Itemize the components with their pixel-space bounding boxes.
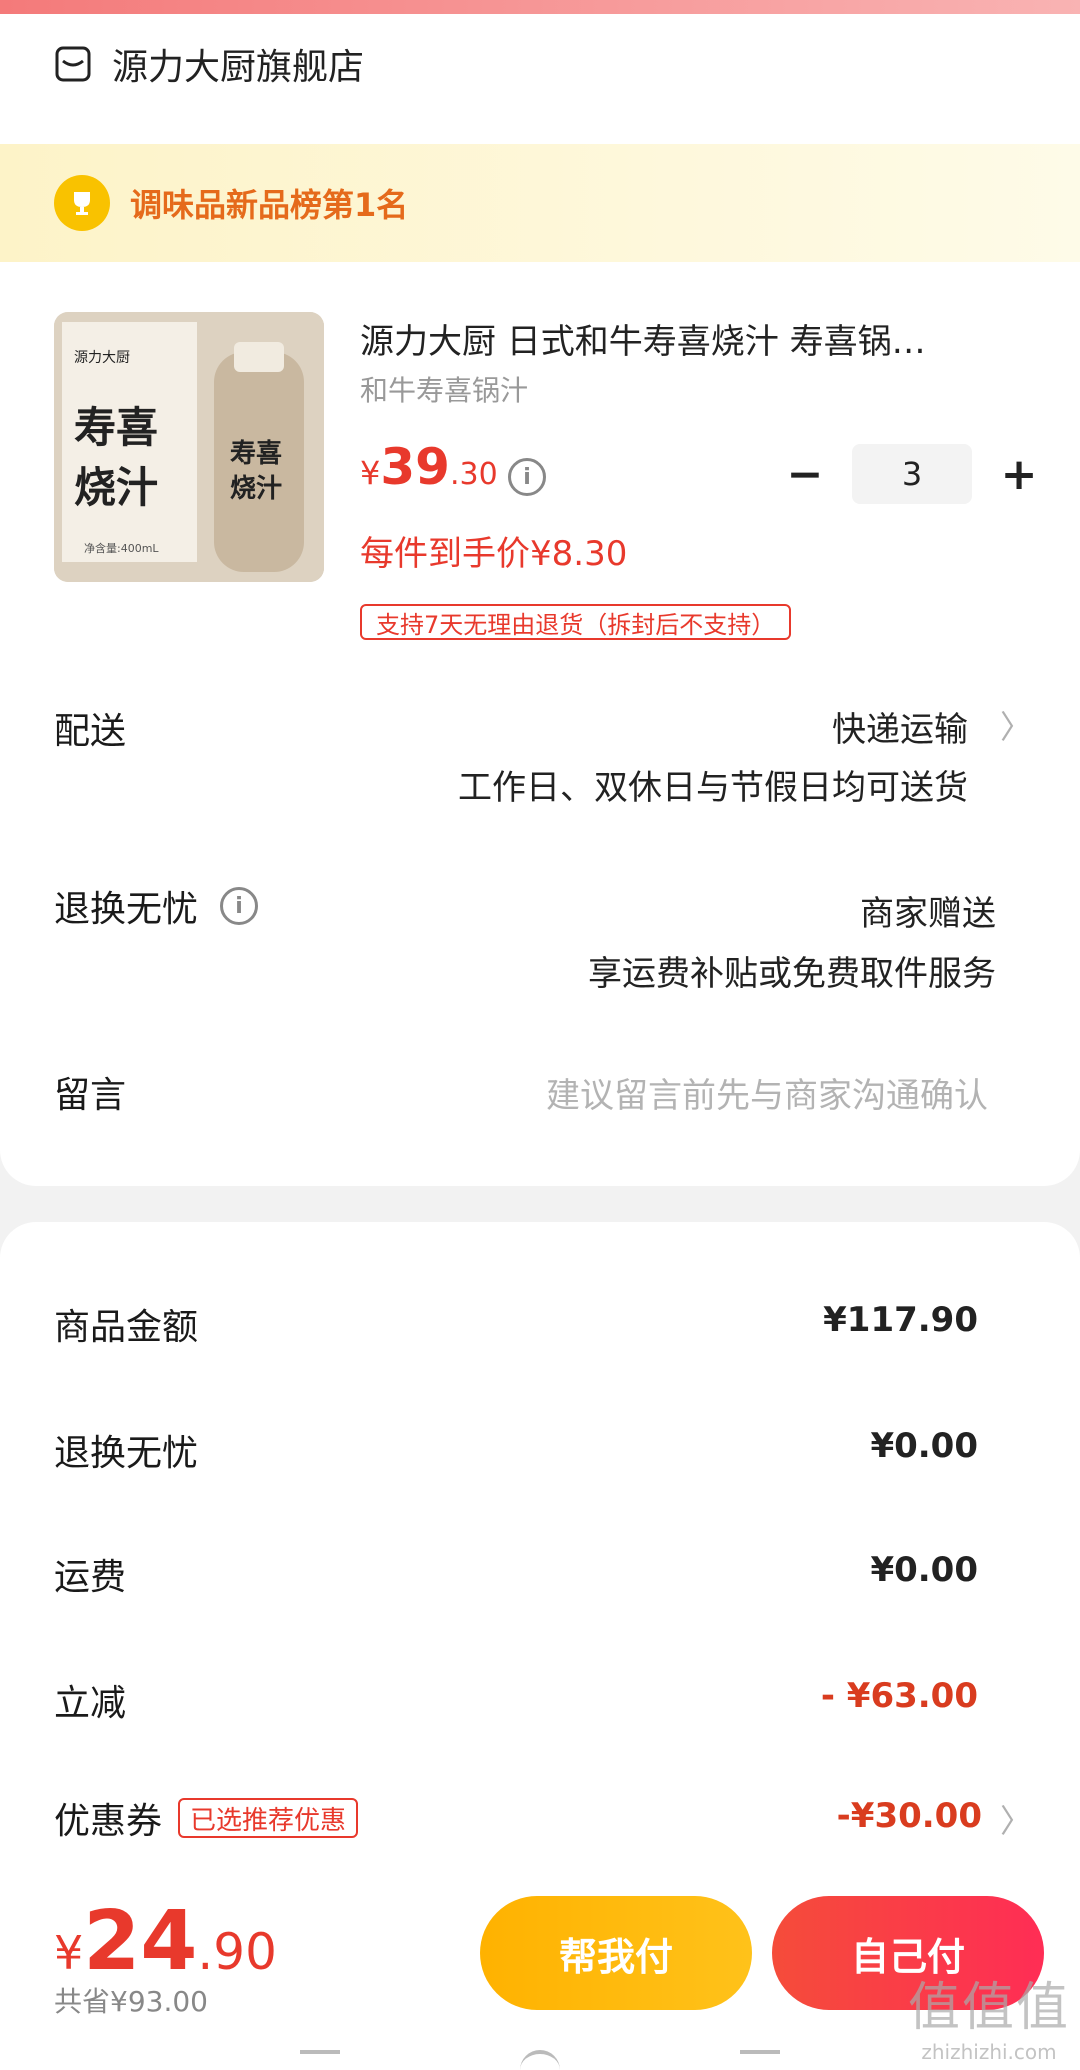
total-integer: 24 (83, 1894, 198, 1989)
checkout-bar: ¥ 24 .90 共省¥93.00 帮我付 自己付 值值值 zhizhizhi.… (0, 1882, 1080, 2070)
worry-free-row: 退换无忧 i (54, 880, 259, 932)
svg-text:净含量:400mL: 净含量:400mL (84, 541, 159, 555)
order-card: 源力大厨旗舰店 调味品新品榜第1名 源力大厨 寿喜 烧汁 净含量:400mL 寿… (0, 14, 1080, 1186)
worry-free-label: 退换无忧 (54, 889, 199, 930)
increase-button[interactable]: + (994, 449, 1044, 500)
quantity-stepper: − 3 + (780, 444, 1044, 504)
svg-text:寿喜: 寿喜 (74, 403, 158, 452)
goods-amount-label: 商品金额 (54, 1307, 199, 1348)
svg-text:烧汁: 烧汁 (230, 474, 282, 504)
top-strip (0, 0, 1080, 14)
price-decimal: .30 (449, 457, 498, 492)
product-spec[interactable]: 和牛寿喜锅汁 (360, 369, 528, 409)
message-label: 留言 (54, 1075, 127, 1116)
watermark-url: zhizhizhi.com (921, 2040, 1057, 2064)
svg-text:烧汁: 烧汁 (74, 463, 158, 512)
help-pay-button[interactable]: 帮我付 (480, 1896, 752, 2010)
discount-value: - ¥63.00 (820, 1676, 978, 1716)
nav-back-icon[interactable] (300, 2050, 340, 2070)
total-decimal: .90 (197, 1923, 277, 1981)
worry-free-info-icon[interactable]: i (220, 887, 259, 925)
delivery-note: 工作日、双休日与节假日均可送货 (458, 768, 968, 808)
worry-free-value: 商家赠送 (860, 894, 996, 934)
nav-home-icon[interactable] (520, 2050, 560, 2070)
price-integer: 39 (380, 438, 450, 496)
price-summary-card: 商品金额 ¥117.90 退换无忧 ¥0.00 运费 ¥0.00 立减 - ¥6… (0, 1222, 1080, 1882)
price-info-icon[interactable]: i (508, 458, 546, 496)
trophy-icon (54, 175, 110, 231)
price-currency: ¥ (360, 454, 381, 492)
unit-price: 每件到手价¥8.30 (360, 534, 628, 574)
delivery-label: 配送 (54, 711, 127, 752)
saved-amount: 共省¥93.00 (54, 1985, 208, 2018)
worry-fee-label: 退换无忧 (54, 1433, 199, 1474)
watermark-logo: 值值值 (907, 1978, 1070, 2038)
shipping-value: ¥0.00 (870, 1550, 978, 1590)
delivery-method[interactable]: 快递运输 (832, 702, 968, 751)
quantity-value[interactable]: 3 (852, 444, 972, 504)
total-price: ¥ 24 .90 (54, 1894, 277, 1989)
worry-free-note: 享运费补贴或免费取件服务 (588, 954, 996, 994)
coupon-row[interactable]: 优惠券 已选推荐优惠 (54, 1792, 359, 1844)
shop-icon (55, 46, 91, 82)
worry-fee-value: ¥0.00 (870, 1426, 978, 1466)
goods-amount-value: ¥117.90 (823, 1300, 978, 1340)
svg-text:寿喜: 寿喜 (230, 439, 282, 469)
discount-label: 立减 (54, 1683, 127, 1724)
nav-recent-icon[interactable] (740, 2050, 780, 2070)
message-input[interactable]: 建议留言前先与商家沟通确认 (546, 1068, 988, 1117)
watermark: 值值值 zhizhizhi.com (908, 1965, 1070, 2064)
coupon-value[interactable]: -¥30.00 (837, 1796, 982, 1836)
store-row[interactable]: 源力大厨旗舰店 (54, 34, 364, 94)
shipping-label: 运费 (54, 1557, 127, 1598)
decrease-button[interactable]: − (780, 449, 830, 500)
product-image[interactable]: 源力大厨 寿喜 烧汁 净含量:400mL 寿喜 烧汁 (54, 312, 324, 582)
rank-text: 调味品新品榜第1名 (130, 186, 409, 224)
return-policy-tag: 支持7天无理由退货（拆封后不支持） (360, 604, 792, 640)
store-name: 源力大厨旗舰店 (112, 47, 365, 88)
product-price: ¥ 39 .30 (360, 438, 498, 496)
rank-banner[interactable]: 调味品新品榜第1名 (0, 144, 1080, 262)
chevron-right-icon[interactable]: 〉 (1000, 702, 1032, 748)
coupon-label: 优惠券 (54, 1801, 163, 1842)
chevron-right-icon[interactable]: 〉 (1000, 1796, 1032, 1842)
svg-text:源力大厨: 源力大厨 (74, 350, 130, 366)
total-currency: ¥ (54, 1926, 84, 1980)
product-title[interactable]: 源力大厨 日式和牛寿喜烧汁 寿喜锅… (360, 314, 1040, 363)
coupon-tag: 已选推荐优惠 (178, 1798, 359, 1838)
